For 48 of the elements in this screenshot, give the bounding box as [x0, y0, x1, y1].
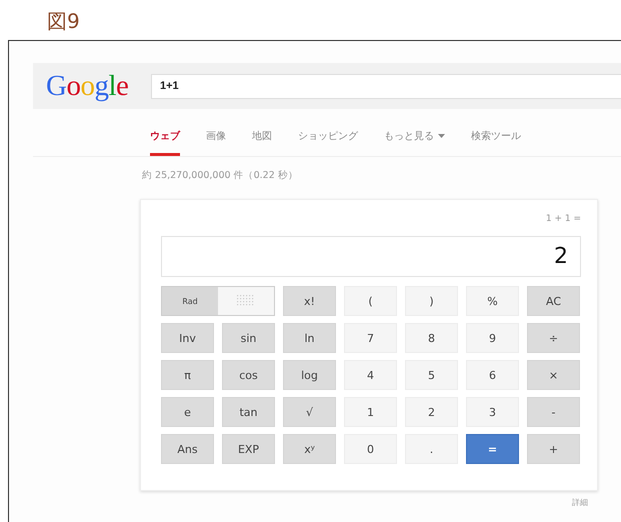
calculator-key[interactable]: x! — [283, 286, 336, 316]
search-field[interactable]: 1+1 — [151, 74, 621, 98]
calculator-key[interactable]: π — [161, 360, 214, 390]
expression: 1 + 1 = — [544, 214, 581, 226]
caret-icon — [438, 134, 445, 138]
calculator-key[interactable]: e — [161, 397, 214, 427]
result-display: 2 — [161, 236, 581, 277]
calculator-key[interactable]: ( — [344, 286, 397, 316]
calculator-key[interactable]: tan — [222, 397, 275, 427]
calculator-key[interactable]: 4 — [344, 360, 397, 390]
nav-tab[interactable]: 画像 — [206, 123, 226, 156]
calculator-key[interactable]: 8 — [405, 323, 458, 353]
logo[interactable]: Google — [46, 70, 141, 102]
calculator-key[interactable]: 0 — [344, 434, 397, 464]
nav-tab[interactable]: 地図 — [252, 123, 272, 156]
calculator-key[interactable]: Inv — [161, 323, 214, 353]
calculator-key[interactable]: EXP — [222, 434, 275, 464]
angle-toggle-option[interactable]: Rad — [162, 287, 218, 315]
result-count: 約 25,270,000,000 件（0.22 秒） — [142, 169, 299, 182]
figure-caption: 図9 — [47, 8, 81, 35]
calculator-key[interactable]: - — [527, 397, 580, 427]
calculator-key[interactable]: 5 — [405, 360, 458, 390]
calculator-key[interactable]: 3 — [466, 397, 519, 427]
calculator-key[interactable]: 2 — [405, 397, 458, 427]
nav-tab[interactable]: もっと見る — [384, 123, 445, 156]
calculator-key[interactable]: % — [466, 286, 519, 316]
nav-tab[interactable]: ウェブ — [150, 123, 180, 156]
calculator-key[interactable]: sin — [222, 323, 275, 353]
dot-grid-icon — [237, 295, 255, 307]
calculator-key[interactable]: ln — [283, 323, 336, 353]
calculator-key[interactable]: 6 — [466, 360, 519, 390]
calculator-key[interactable]: cos — [222, 360, 275, 390]
angle-toggle-option[interactable] — [218, 287, 274, 315]
calculator-key[interactable]: 9 — [466, 323, 519, 353]
calculator-key[interactable]: 1 — [344, 397, 397, 427]
calculator-key[interactable]: Ans — [161, 434, 214, 464]
calculator-key[interactable]: xʸ — [283, 434, 336, 464]
calculator-key[interactable]: + — [527, 434, 580, 464]
calculator-key[interactable]: ÷ — [527, 323, 580, 353]
calculator-key[interactable]: √ — [283, 397, 336, 427]
calculator-key[interactable]: = — [466, 434, 519, 464]
calculator-key[interactable]: × — [527, 360, 580, 390]
calculator-key[interactable]: 7 — [344, 323, 397, 353]
calculator-key[interactable]: AC — [527, 286, 580, 316]
calculator-key[interactable]: ) — [405, 286, 458, 316]
calculator-key[interactable]: . — [405, 434, 458, 464]
nav-tab[interactable]: ショッピング — [298, 123, 358, 156]
calculator-key[interactable]: log — [283, 360, 336, 390]
